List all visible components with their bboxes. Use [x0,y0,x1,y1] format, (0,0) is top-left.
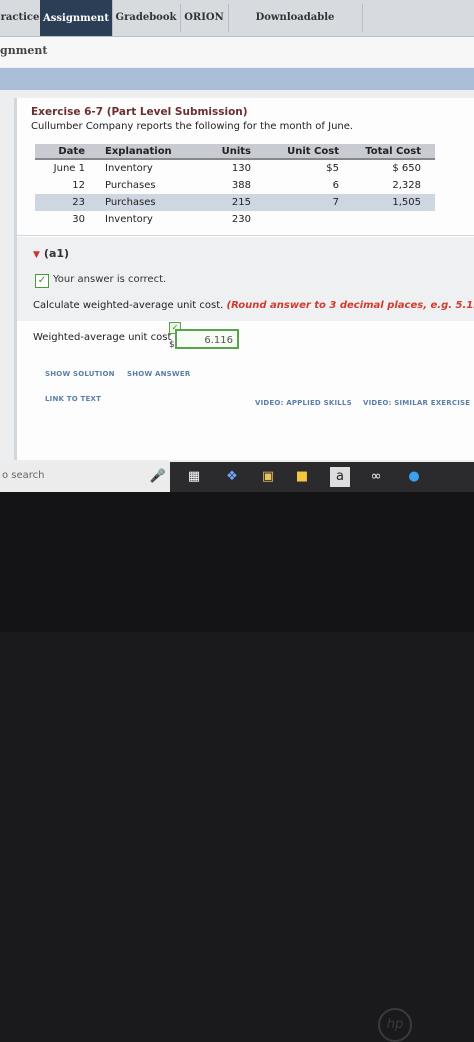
microphone-icon[interactable]: 🎤 [148,467,168,487]
weighted-average-input[interactable]: 6.116 [175,329,239,349]
amazon-icon[interactable]: a [330,467,350,487]
cell-total-cost: 2,328 [345,177,435,194]
cell-explanation: Purchases [91,194,201,211]
tab-etextbook[interactable]: Downloadable eTextbook [228,4,363,32]
cell-unit-cost: 6 [269,177,345,194]
cell-units: 215 [201,194,269,211]
header-unit-cost: Unit Cost [269,144,345,159]
question-plain: Calculate weighted-average unit cost. [33,300,223,311]
exercise-description: Cullumber Company reports the following … [31,121,353,132]
table-row: 30 Inventory 230 [35,211,435,228]
cell-units: 230 [201,211,269,228]
cell-total-cost: $ 650 [345,159,435,177]
tab-practice[interactable]: ractice [0,4,41,32]
cell-units: 388 [201,177,269,194]
laptop-bezel: hp [0,492,474,632]
tab-orion[interactable]: ORION [180,4,229,32]
weighted-average-label: Weighted-average unit cost [33,332,171,343]
table-row: 23 Purchases 215 7 1,505 [35,194,435,211]
table-row: 12 Purchases 388 6 2,328 [35,177,435,194]
part-label: (a1) [44,247,69,260]
cell-unit-cost [269,211,345,228]
taskbar-search-box[interactable]: o search [0,462,170,492]
show-solution-button[interactable]: SHOW SOLUTION [45,370,115,378]
part-a1-toggle[interactable]: ▼ (a1) [33,247,69,260]
link-to-text-button[interactable]: LINK TO TEXT [45,395,101,403]
table-row: June 1 Inventory 130 $5 $ 650 [35,159,435,177]
cell-total-cost [345,211,435,228]
dropbox-icon[interactable]: ❖ [222,467,242,487]
table-header-row: Date Explanation Units Unit Cost Total C… [35,144,435,159]
tab-assignment[interactable]: Assignment [40,0,113,36]
cell-date: 23 [35,194,91,211]
correct-check-icon: ✓ [35,274,49,288]
cell-explanation: Purchases [91,177,201,194]
course-tab-bar: ractice Assignment Gradebook ORION Downl… [0,0,474,37]
cell-date: 12 [35,177,91,194]
header-date: Date [35,144,91,159]
store-icon[interactable]: ■ [292,467,312,487]
tab-gradebook[interactable]: Gradebook [112,4,181,32]
assignment-nav-bar [0,68,474,90]
cell-date: June 1 [35,159,91,177]
infinity-icon[interactable]: ∞ [366,467,386,487]
part-a1-section: ▼ (a1) ✓ Your answer is correct. Calculat… [17,237,474,321]
header-total-cost: Total Cost [345,144,435,159]
cell-unit-cost: $5 [269,159,345,177]
header-units: Units [201,144,269,159]
cell-date: 30 [35,211,91,228]
question-text: Calculate weighted-average unit cost. (R… [33,300,474,311]
collapse-triangle-icon: ▼ [33,250,40,260]
correct-status-text: Your answer is correct. [53,274,166,285]
page-header: gnment [0,37,474,67]
hp-logo: hp [378,1008,412,1042]
cell-unit-cost: 7 [269,194,345,211]
page-title: gnment [0,44,47,57]
cell-explanation: Inventory [91,211,201,228]
header-explanation: Explanation [91,144,201,159]
task-view-icon[interactable]: ▦ [184,467,204,487]
currency-symbol: $ [169,340,175,350]
search-placeholder: o search [2,470,45,481]
exercise-title: Exercise 6-7 (Part Level Submission) [31,106,248,118]
section-divider [17,235,474,236]
browser-screen: ractice Assignment Gradebook ORION Downl… [0,0,474,462]
question-hint: (Round answer to 3 decimal places, e.g. … [227,300,474,311]
cell-units: 130 [201,159,269,177]
show-answer-button[interactable]: SHOW ANSWER [127,370,190,378]
inventory-table: Date Explanation Units Unit Cost Total C… [35,144,435,228]
exercise-panel: Exercise 6-7 (Part Level Submission) Cul… [14,98,474,460]
video-similar-exercise-button[interactable]: VIDEO: SIMILAR EXERCISE [363,399,470,407]
video-applied-skills-button[interactable]: VIDEO: APPLIED SKILLS [255,399,352,407]
cell-total-cost: 1,505 [345,194,435,211]
globe-icon[interactable]: ● [404,467,424,487]
file-explorer-icon[interactable]: ▣ [258,467,278,487]
cell-explanation: Inventory [91,159,201,177]
